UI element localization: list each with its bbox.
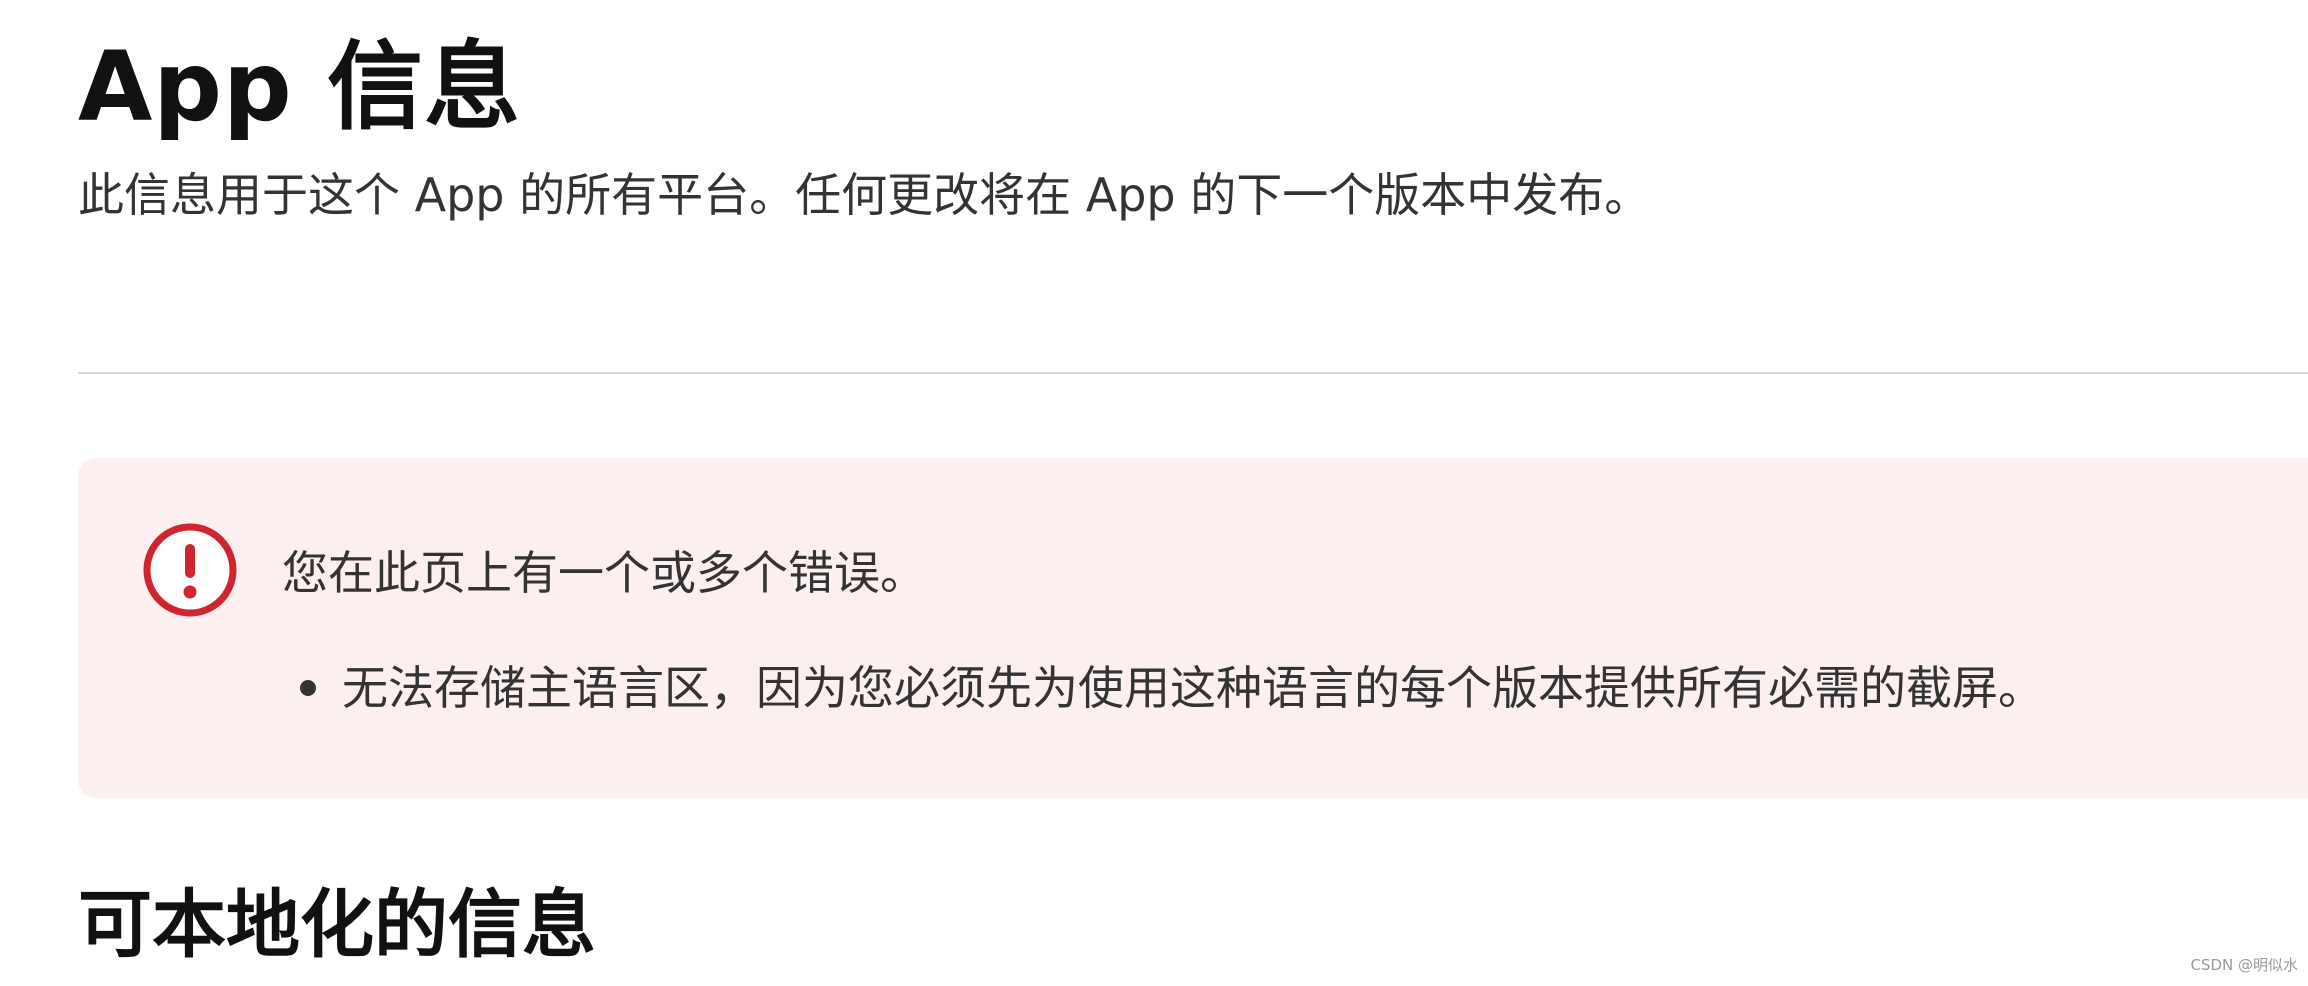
bullet-icon (300, 680, 316, 696)
error-list: 无法存储主语言区，因为您必须先为使用这种语言的每个版本提供所有必需的截屏。 (300, 655, 2044, 721)
error-heading: 您在此页上有一个或多个错误。 (282, 546, 926, 600)
section-title-localizable-info: 可本地化的信息 (78, 882, 596, 968)
error-panel (78, 458, 2308, 798)
watermark-text: CSDN @明似水 (2190, 956, 2298, 974)
error-item-text: 无法存储主语言区，因为您必须先为使用这种语言的每个版本提供所有必需的截屏。 (342, 661, 2044, 715)
page-subtitle: 此信息用于这个 App 的所有平台。任何更改将在 App 的下一个版本中发布。 (78, 168, 1651, 222)
page-title: App 信息 (78, 31, 522, 143)
section-divider (78, 372, 2308, 374)
exclamation-circle-icon (142, 522, 238, 618)
error-list-item: 无法存储主语言区，因为您必须先为使用这种语言的每个版本提供所有必需的截屏。 (300, 655, 2044, 721)
